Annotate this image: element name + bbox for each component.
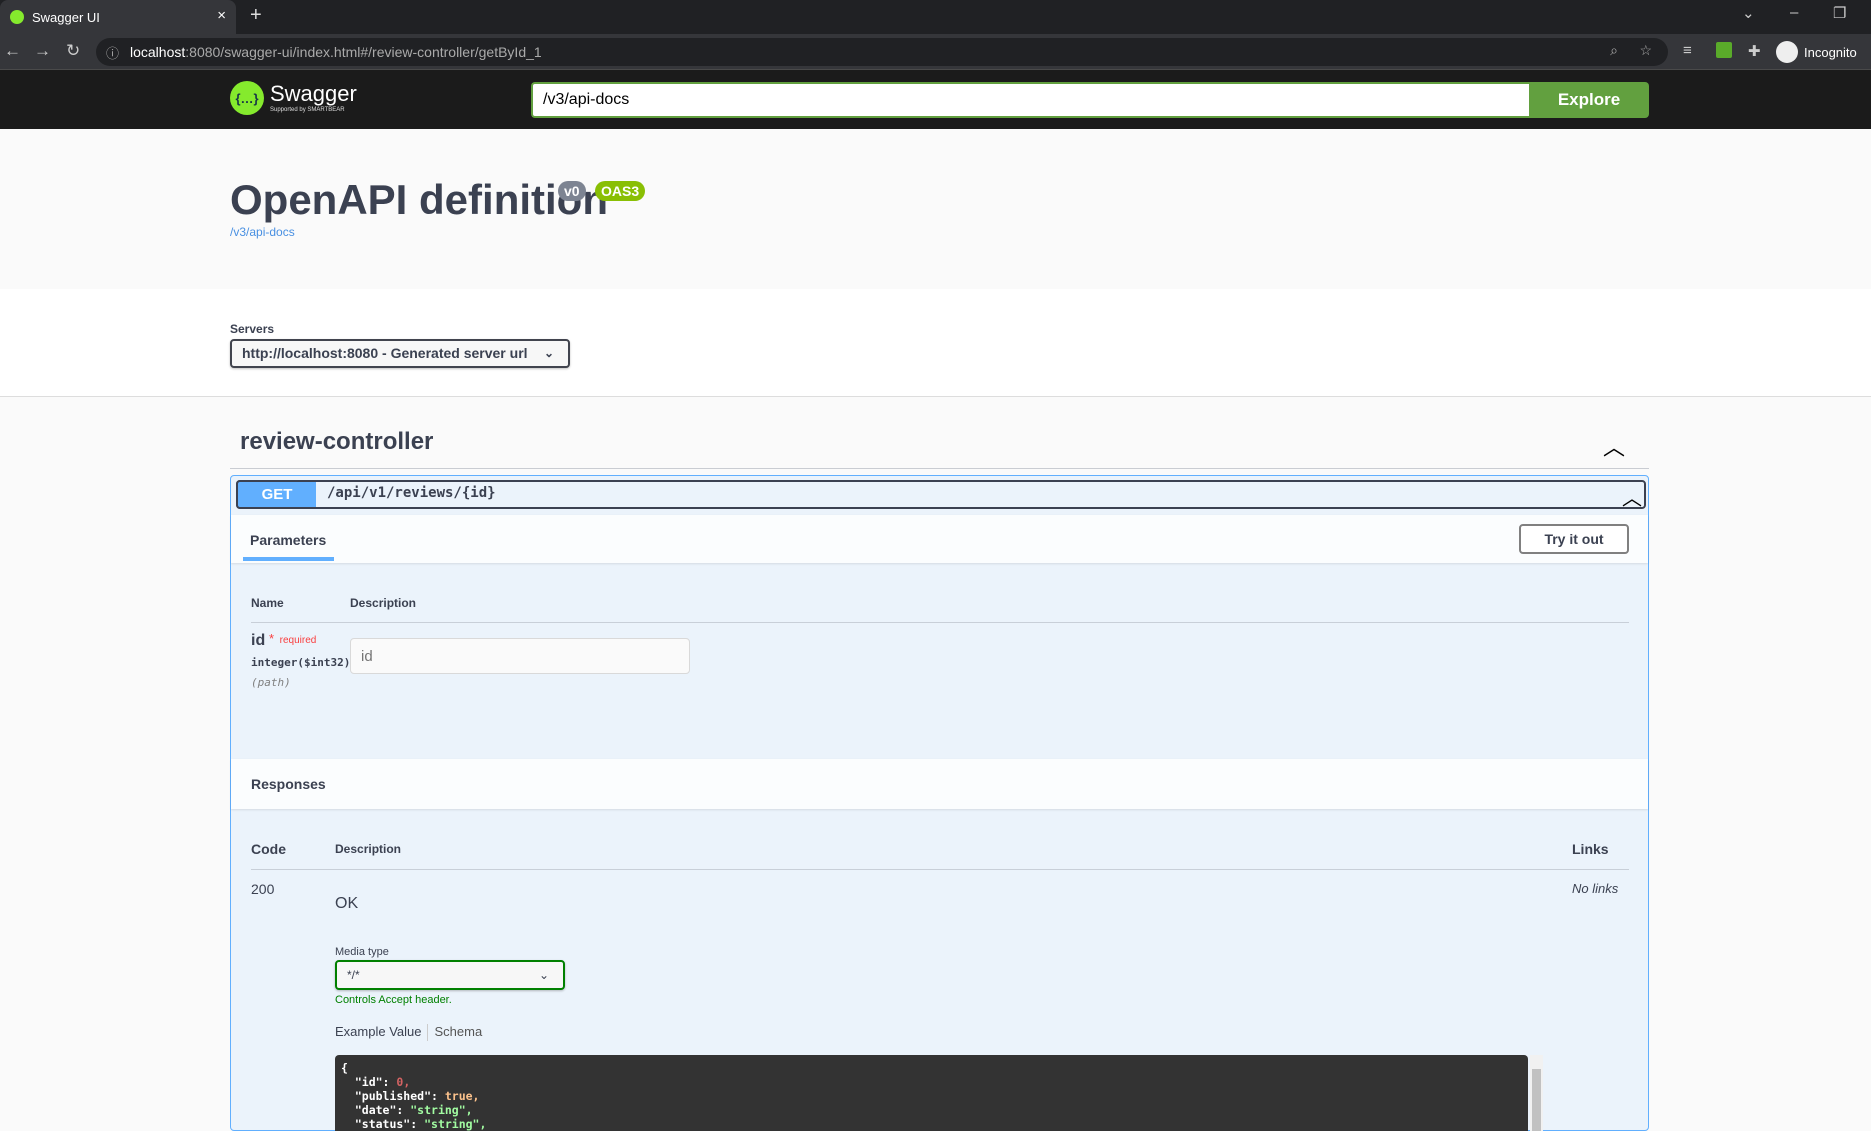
col-description: Description [350,596,417,610]
col-links: Links [1572,841,1609,857]
logo-subtext: Supported by SMARTBEAR [270,107,345,113]
method-badge: GET [236,480,316,509]
swagger-favicon-icon [10,10,24,24]
swagger-logo-icon: {…} [230,81,264,115]
incognito-profile[interactable]: Incognito [1776,38,1857,66]
code-scrollbar[interactable] [1530,1055,1543,1131]
close-tab-icon[interactable]: × [217,7,226,24]
address-bar[interactable]: ⓘ localhost:8080/swagger-ui/index.html#/… [96,38,1668,66]
reading-list-icon[interactable]: ≡ [1683,42,1692,59]
extensions-puzzle-icon[interactable]: ✚ [1748,42,1761,60]
bookmark-star-icon[interactable]: ☆ [1639,42,1652,59]
tag-divider [230,468,1649,469]
collapse-chevron-up-icon[interactable]: ︿ [1603,430,1625,462]
servers-select[interactable]: http://localhost:8080 - Generated server… [230,339,570,368]
chevron-down-icon: ⌄ [538,968,549,982]
try-it-out-button[interactable]: Try it out [1519,524,1629,554]
responses-title: Responses [251,776,326,792]
logo-text: Swagger [270,81,357,106]
response-links: No links [1572,881,1619,896]
media-type-select[interactable]: */* ⌄ [335,960,565,990]
param-location: (path) [251,676,291,689]
tab-example-value[interactable]: Example Value [335,1024,421,1041]
tab-parameters[interactable]: Parameters [250,532,326,548]
responses-header [231,759,1648,809]
code-line: "date": "string", [341,1103,473,1117]
code-line: "id": 0, [341,1075,411,1089]
forward-icon[interactable]: → [34,41,51,61]
col-resp-description: Description [335,842,402,856]
swagger-logo[interactable]: {…} Swagger Supported by SMARTBEAR [230,81,357,115]
servers-selected: http://localhost:8080 - Generated server… [242,345,528,361]
controls-accept-note: Controls Accept header. [335,994,452,1006]
chevron-down-icon: ⌄ [543,346,554,360]
url-path: :8080/swagger-ui/index.html#/review-cont… [185,44,542,60]
back-icon[interactable]: ← [4,41,21,61]
tab-search-icon[interactable]: ⌄ [1742,4,1755,22]
tab-schema[interactable]: Schema [434,1024,482,1041]
media-type-label: Media type [335,946,389,958]
example-code-block: { "id": 0, "published": true, "date": "s… [335,1055,1528,1131]
url-host: localhost [130,44,186,60]
responses-divider [251,869,1629,870]
restore-icon[interactable]: ❐ [1833,4,1846,22]
browser-tab-strip [0,0,1871,34]
reload-icon[interactable]: ↻ [66,41,80,61]
explore-button[interactable]: Explore [1529,82,1649,118]
new-tab-icon[interactable]: + [250,4,262,27]
response-code: 200 [251,881,275,897]
param-required: * required [269,631,317,646]
col-code: Code [251,841,286,857]
example-tabs: Example Value Schema [335,1024,482,1041]
tag-heading[interactable]: review-controller [240,428,433,456]
id-input[interactable] [350,638,690,674]
version-badge: v0 [558,181,586,201]
response-description: OK [335,895,359,912]
zoom-icon[interactable]: ⌕ [1610,42,1618,59]
site-info-icon[interactable]: ⓘ [106,43,119,62]
spec-link[interactable]: /v3/api-docs [230,225,295,239]
scrollbar-thumb[interactable] [1532,1069,1541,1131]
param-name: id [251,632,266,649]
servers-label: Servers [230,322,275,336]
profile-label: Incognito [1804,44,1857,60]
oas-badge: OAS3 [595,181,646,201]
code-line: { [341,1061,348,1075]
incognito-icon [1776,41,1798,63]
browser-tab[interactable]: Swagger UI × [0,0,236,34]
media-type-value: */* [347,968,360,982]
col-name: Name [251,596,284,610]
param-type: integer($int32) [251,656,351,669]
code-line: "published": true, [341,1089,480,1103]
parameters-header [231,515,1648,563]
minimize-icon[interactable]: – [1790,4,1798,21]
operation-path: /api/v1/reviews/{id} [327,485,496,501]
tab-underline [243,557,334,561]
tab-title: Swagger UI [32,9,100,25]
operation-chevron-up-icon[interactable]: ︿ [1622,482,1642,511]
params-divider [251,622,1629,623]
spec-url-input[interactable] [531,82,1529,118]
extension-icon[interactable] [1716,42,1732,58]
code-line: "status": "string", [341,1117,487,1131]
page-title: OpenAPI definition [230,176,608,223]
tab-separator [427,1024,429,1041]
